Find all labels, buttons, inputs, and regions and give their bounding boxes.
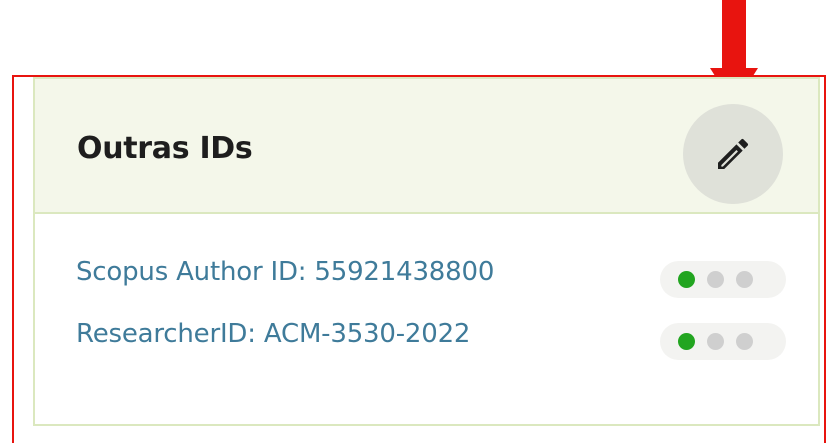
page: Outras IDs Scopus Author ID: 55921438800… (0, 0, 830, 443)
card-header: Outras IDs (35, 79, 818, 214)
visibility-public-dot[interactable] (678, 271, 695, 288)
visibility-selector[interactable] (660, 261, 786, 298)
id-list: Scopus Author ID: 55921438800 Researcher… (76, 257, 786, 381)
visibility-limited-dot[interactable] (707, 271, 724, 288)
visibility-selector[interactable] (660, 323, 786, 360)
visibility-public-dot[interactable] (678, 333, 695, 350)
scopus-id-link[interactable]: Scopus Author ID: 55921438800 (76, 257, 494, 287)
visibility-limited-dot[interactable] (707, 333, 724, 350)
list-item: Scopus Author ID: 55921438800 (76, 257, 786, 319)
visibility-private-dot[interactable] (736, 271, 753, 288)
visibility-private-dot[interactable] (736, 333, 753, 350)
other-ids-card: Outras IDs Scopus Author ID: 55921438800… (33, 77, 820, 426)
card-title: Outras IDs (77, 131, 253, 166)
researcherid-link[interactable]: ResearcherID: ACM-3530-2022 (76, 319, 470, 349)
pencil-icon (718, 138, 749, 169)
list-item: ResearcherID: ACM-3530-2022 (76, 319, 786, 381)
edit-button[interactable] (683, 104, 783, 204)
